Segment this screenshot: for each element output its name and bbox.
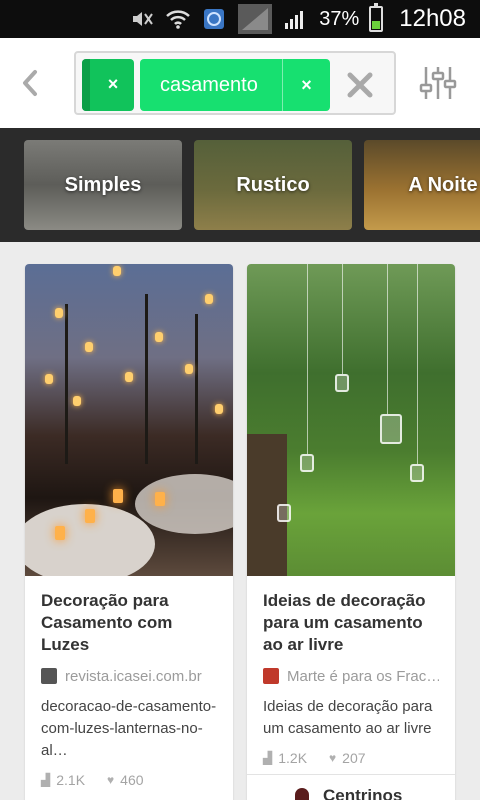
search-header: × casamento × — [0, 38, 480, 128]
pin-title[interactable]: Decoração para Casamento com Luzes — [41, 590, 217, 656]
pin-source[interactable]: Marte é para os Frac… — [263, 666, 439, 686]
palm-trunk — [65, 304, 68, 464]
card-divider — [247, 774, 455, 775]
sync-icon — [201, 6, 227, 32]
repin-count: 1.2K — [278, 750, 308, 766]
category-simples[interactable]: Simples — [24, 140, 182, 230]
signal-icon — [283, 6, 309, 32]
candle — [155, 492, 165, 506]
status-bar: 37% 12h08 — [0, 0, 480, 38]
heart-icon: ♥ — [107, 773, 115, 787]
chip-remove-icon[interactable]: × — [283, 75, 330, 96]
search-chip-casamento[interactable]: casamento × — [140, 59, 330, 111]
palm-trunk — [195, 314, 198, 464]
hanging-jar — [300, 454, 314, 472]
lantern — [185, 364, 193, 374]
hanging-string — [387, 264, 388, 414]
chip-stripe — [82, 59, 90, 111]
repin-icon: ▟ — [41, 773, 51, 787]
hanging-string — [342, 264, 343, 374]
battery-icon — [369, 3, 384, 32]
lantern — [155, 332, 163, 342]
category-label: A Noite — [408, 173, 478, 196]
hanging-string — [307, 264, 308, 454]
mute-icon — [129, 6, 155, 32]
search-chip-label: casamento — [160, 73, 258, 96]
chip-remove-icon[interactable]: × — [100, 74, 126, 95]
candle — [85, 509, 95, 523]
pin-description: Ideias de decoração para um casamento ao… — [263, 698, 433, 737]
repin-icon: ▟ — [263, 751, 273, 765]
filter-button[interactable] — [414, 60, 462, 106]
lantern — [205, 294, 213, 304]
lantern — [125, 372, 133, 382]
pin-stats: ▟ 2.1K ♥ 460 — [41, 772, 217, 788]
category-label: Rustico — [236, 173, 310, 196]
like-count: 207 — [342, 750, 366, 766]
pin-card[interactable]: Ideias de decoração para um casamento ao… — [247, 264, 455, 800]
palm-trunk — [145, 294, 148, 464]
no-signal-icon — [237, 4, 273, 34]
category-rustico[interactable]: Rustico — [194, 140, 352, 230]
lantern — [55, 308, 63, 318]
heart-icon: ♥ — [329, 751, 337, 765]
hanging-jar — [410, 464, 424, 482]
pin-image[interactable] — [247, 264, 455, 576]
pin-description: decoracao-de-casamento-com-luzes-lantern… — [41, 698, 217, 759]
hanging-lantern — [380, 414, 402, 444]
board-name[interactable]: Centrinos — [323, 786, 402, 800]
close-icon — [347, 72, 373, 98]
battery-level-fill — [372, 20, 381, 29]
battery-percent: 37% — [319, 7, 360, 30]
chevron-left-icon — [23, 70, 37, 96]
pin-title[interactable]: Ideias de decoração para um casamento ao… — [263, 590, 439, 656]
hanging-jar — [277, 504, 291, 522]
pin-feed[interactable]: Decoração para Casamento com Luzes revis… — [0, 242, 480, 800]
table — [135, 474, 233, 534]
source-favicon-icon — [263, 668, 279, 684]
hanging-jar — [335, 374, 349, 392]
lantern — [45, 374, 53, 384]
source-favicon-icon — [41, 668, 57, 684]
clock: 12h08 — [399, 5, 466, 32]
source-domain: Marte é para os Frac… — [287, 667, 439, 685]
search-input[interactable]: × casamento × — [74, 51, 396, 115]
repin-count: 2.1K — [56, 772, 86, 788]
pin-stats: ▟ 1.2K ♥ 207 — [263, 750, 439, 766]
source-domain: revista.icasei.com.br — [65, 667, 202, 685]
category-carousel[interactable]: Simples Rustico A Noite — [0, 128, 480, 242]
search-chip-empty[interactable]: × — [82, 59, 134, 111]
pin-source[interactable]: revista.icasei.com.br — [41, 666, 217, 686]
pin-card[interactable]: Decoração para Casamento com Luzes revis… — [25, 264, 233, 800]
lantern — [85, 342, 93, 352]
pin-image[interactable] — [25, 264, 233, 576]
wifi-icon — [165, 6, 191, 32]
like-count: 460 — [120, 772, 144, 788]
clear-search-button[interactable] — [340, 65, 380, 105]
hanging-string — [417, 264, 418, 464]
candle — [55, 526, 65, 540]
back-button[interactable] — [0, 38, 60, 128]
lantern — [73, 396, 81, 406]
category-a-noite[interactable]: A Noite — [364, 140, 480, 230]
pinner-avatar[interactable] — [295, 788, 309, 800]
category-label: Simples — [64, 173, 142, 196]
lantern — [113, 266, 121, 276]
sliders-icon — [419, 67, 457, 99]
lantern — [215, 404, 223, 414]
candle — [113, 489, 123, 503]
